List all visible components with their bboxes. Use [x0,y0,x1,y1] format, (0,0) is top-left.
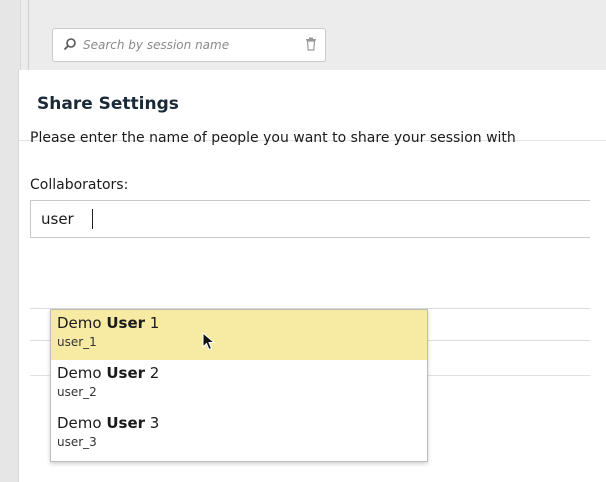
dialog-instructions: Please enter the name of people you want… [30,130,516,146]
suggestion-item[interactable]: Demo User 3 user_3 [51,410,427,460]
collaborators-input[interactable] [30,200,590,238]
suggestion-username: user_3 [57,435,97,449]
suggestion-name: Demo User 2 [57,364,160,382]
suggestion-username: user_2 [57,385,97,399]
trash-icon[interactable] [305,37,317,51]
background-divider [28,0,29,70]
session-search-box[interactable]: Search by session name [52,28,326,62]
suggestion-username: user_1 [57,335,97,349]
text-caret [92,209,93,229]
collaborator-suggestions: Demo User 1 user_1 Demo User 2 user_2 De… [50,309,428,462]
suggestion-item[interactable]: Demo User 2 user_2 [51,360,427,410]
collaborators-label: Collaborators: [30,177,129,193]
suggestion-item[interactable]: Demo User 1 user_1 [51,310,427,360]
dialog-title: Share Settings [37,94,179,114]
search-placeholder[interactable]: Search by session name [83,38,229,52]
suggestion-name: Demo User 1 [57,314,160,332]
suggestion-name: Demo User 3 [57,414,160,432]
mouse-cursor-icon [202,332,216,351]
search-icon [63,38,76,51]
